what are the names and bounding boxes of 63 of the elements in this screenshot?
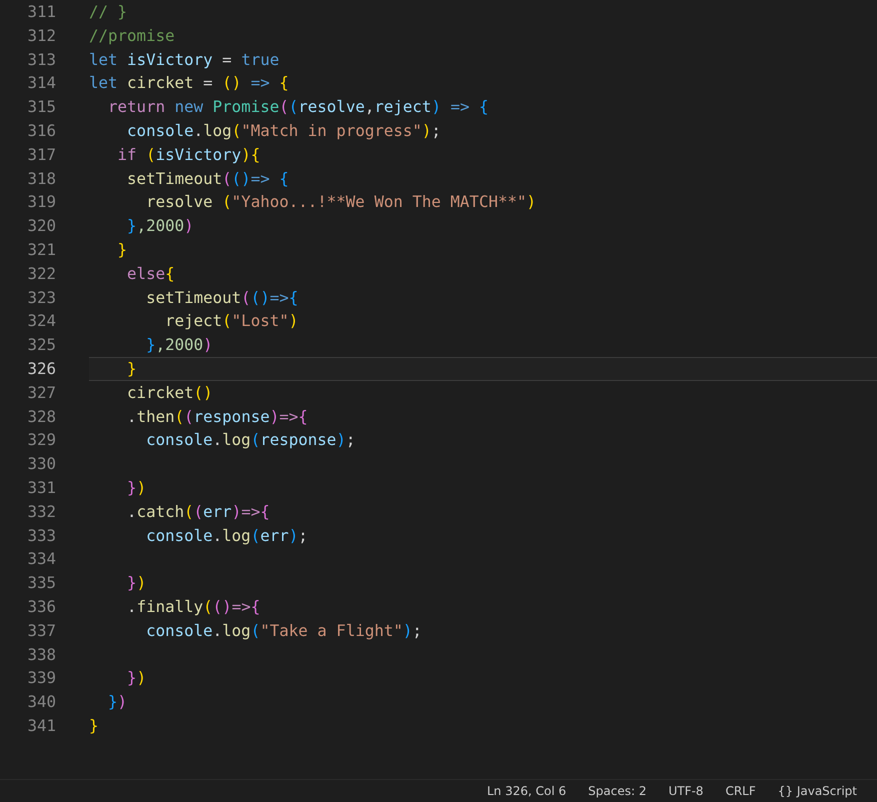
code-line: reject("Lost")	[164, 310, 300, 332]
code-line: //promise	[89, 24, 176, 47]
code-line: .finally(()=>{	[126, 596, 262, 618]
line-number: 324	[26, 310, 56, 332]
status-item[interactable]: Ln 326, Col 6	[486, 784, 566, 798]
status-item[interactable]: Spaces: 2	[588, 784, 646, 798]
code-line: })	[126, 572, 148, 594]
line-number: 316	[26, 120, 56, 142]
line-number: 322	[26, 262, 56, 285]
status-item[interactable]: {} JavaScript	[778, 784, 857, 798]
line-number: 332	[26, 500, 56, 523]
line-number: 311	[26, 1, 56, 23]
line-number: 319	[26, 191, 56, 214]
line-number: 323	[26, 286, 56, 309]
line-number: 336	[26, 596, 56, 618]
line-number: 313	[26, 48, 56, 71]
line-number: 330	[26, 453, 56, 476]
line-number: 339	[26, 667, 56, 690]
code-line: resolve ("Yahoo...!**We Won The MATCH**")	[145, 191, 538, 214]
line-number: 337	[26, 620, 56, 642]
status-item[interactable]: CRLF	[725, 784, 756, 798]
code-line: })	[126, 476, 148, 499]
line-number: 327	[26, 382, 56, 404]
code-line: })	[126, 667, 148, 690]
line-number: 338	[26, 644, 56, 666]
code-line: if (isVictory){	[116, 144, 262, 166]
line-number: 325	[26, 334, 56, 356]
line-number: 320	[26, 215, 56, 238]
code-line: // }	[89, 1, 128, 23]
code-line: },2000)	[145, 334, 214, 356]
code-line: console.log("Match in progress");	[126, 120, 442, 142]
line-number: 341	[26, 714, 56, 737]
line-number: 314	[26, 72, 56, 94]
code-line: setTimeout(()=> {	[126, 168, 290, 190]
line-number: 333	[26, 524, 56, 547]
code-line: .then((response)=>{	[126, 406, 309, 428]
code-line: .catch((err)=>{	[126, 500, 271, 523]
line-number: 321	[26, 238, 56, 261]
line-number: 340	[26, 691, 56, 714]
code-line: return new Promise((resolve,reject) => {	[107, 96, 490, 118]
code-line: else{	[126, 262, 176, 285]
line-number: 335	[26, 572, 56, 594]
status-item[interactable]: UTF-8	[668, 784, 704, 798]
code-line: circket()	[126, 382, 214, 404]
code-line: let isVictory = true	[89, 48, 280, 71]
code-line: }	[89, 714, 100, 737]
line-number: 312	[26, 24, 56, 47]
line-number: 315	[26, 96, 56, 118]
code-line: let circket = () => {	[89, 72, 290, 94]
line-number: 318	[26, 168, 56, 190]
code-line: console.log(err);	[145, 524, 309, 547]
code-line: }	[116, 238, 128, 261]
line-number: 329	[26, 429, 56, 452]
code-line: console.log("Take a Flight");	[145, 620, 423, 642]
code-line: setTimeout(()=>{	[145, 286, 300, 309]
code-line: console.log(response);	[145, 429, 356, 452]
code-line: })	[107, 691, 128, 714]
code-line: },2000)	[126, 215, 195, 238]
line-number: 317	[26, 144, 56, 166]
line-number: 328	[26, 406, 56, 428]
line-number: 326	[26, 358, 56, 380]
line-number: 331	[26, 476, 56, 499]
line-number: 334	[26, 548, 56, 570]
